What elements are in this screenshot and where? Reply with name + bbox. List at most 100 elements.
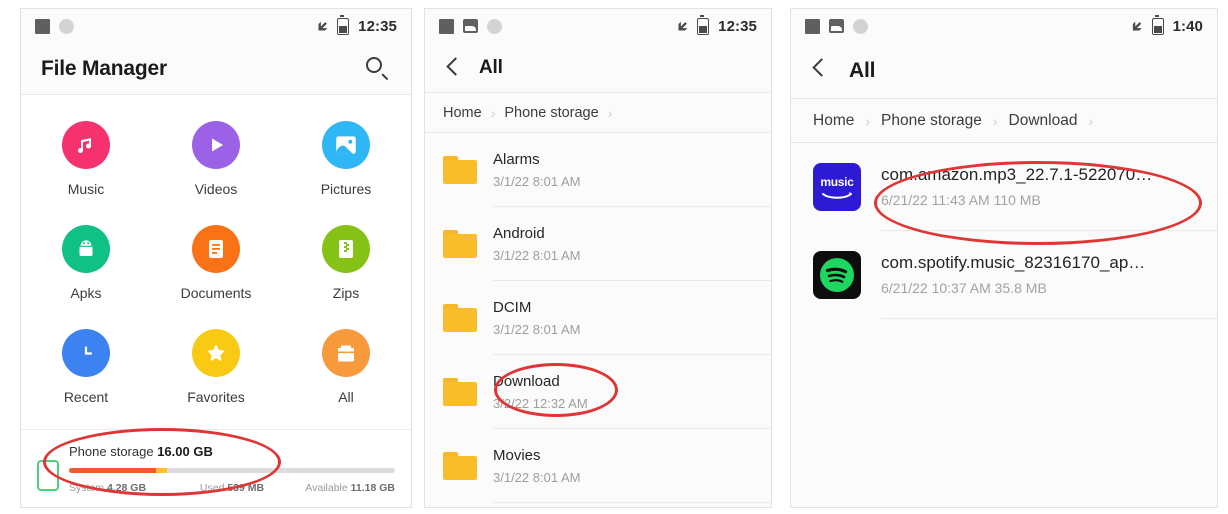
- breadcrumb: Home › Phone storage ›: [425, 93, 771, 133]
- spotify-icon: [813, 251, 861, 299]
- list-item-meta: Download 3/2/22 12:32 AM: [493, 355, 771, 429]
- file-date: 3/1/22 8:01 AM: [493, 173, 581, 189]
- tile-favorites[interactable]: Favorites: [151, 317, 281, 421]
- tile-videos[interactable]: Videos: [151, 109, 281, 213]
- tile-music[interactable]: Music: [21, 109, 151, 213]
- list-item-amazon-apk[interactable]: music com.amazon.mp3_22.7.1-522070… 6/21…: [791, 143, 1217, 231]
- app-bar: All: [425, 43, 771, 93]
- storage-used: Used 539 MB: [178, 482, 287, 494]
- list-item[interactable]: Alarms 3/1/22 8:01 AM: [425, 133, 771, 207]
- storage-system-value: 4.28 GB: [106, 482, 147, 494]
- back-icon[interactable]: [441, 57, 463, 79]
- tile-documents[interactable]: Documents: [151, 213, 281, 317]
- tile-label: Music: [67, 181, 105, 197]
- screenshot-stage: 🡿 12:35 File Manager Music Videos Pictur…: [0, 0, 1228, 514]
- file-name: Android: [493, 224, 545, 242]
- status-right-icons: 🡿 12:35: [317, 14, 397, 35]
- amazon-music-icon-label: music: [820, 174, 854, 189]
- status-bar: 🡿 1:40: [791, 9, 1217, 43]
- bluetooth-icon: 🡿: [677, 17, 689, 35]
- storage-bar: [69, 468, 395, 473]
- search-icon[interactable]: [365, 56, 391, 82]
- chevron-right-icon: ›: [490, 104, 496, 121]
- storage-available-value: 11.18 GB: [350, 482, 396, 494]
- storage-available: Available 11.18 GB: [286, 482, 395, 494]
- file-list: Alarms 3/1/22 8:01 AM Android 3/1/22 8:0…: [425, 133, 771, 503]
- status-right-icons: 🡿 1:40: [1132, 14, 1203, 35]
- status-clock: 12:35: [358, 17, 397, 35]
- battery-icon: [337, 14, 350, 35]
- page-title: File Manager: [41, 56, 167, 80]
- list-item-spotify-apk[interactable]: com.spotify.music_82316170_ap… 6/21/22 1…: [791, 231, 1217, 319]
- status-left-icons: [35, 18, 74, 34]
- tile-label: Favorites: [187, 389, 245, 405]
- tile-label: Apks: [70, 285, 102, 301]
- breadcrumb-item-phone-storage[interactable]: Phone storage: [504, 105, 598, 121]
- tile-label: Videos: [194, 181, 238, 197]
- list-item-download[interactable]: Download 3/2/22 12:32 AM: [425, 355, 771, 429]
- chevron-right-icon: ›: [865, 112, 871, 129]
- photo-icon: [463, 19, 478, 33]
- folder-icon: [443, 378, 477, 406]
- tile-label: Recent: [63, 389, 109, 405]
- list-item[interactable]: DCIM 3/1/22 8:01 AM: [425, 281, 771, 355]
- breadcrumb-item-phone-storage[interactable]: Phone storage: [881, 112, 982, 130]
- storage-system: System 4.28 GB: [69, 482, 178, 494]
- storage-summary[interactable]: Phone storage 16.00 GB System 4.28 GB Us…: [21, 429, 411, 506]
- status-left-icons: [805, 18, 868, 34]
- tile-all[interactable]: All: [281, 317, 411, 421]
- chevron-right-icon: ›: [607, 104, 613, 121]
- file-name: Alarms: [493, 150, 540, 168]
- storage-used-label: Used: [199, 482, 228, 494]
- tile-label: All: [338, 389, 354, 405]
- storage-legend: System 4.28 GB Used 539 MB Available 11.…: [69, 482, 395, 494]
- amazon-music-icon: music: [813, 163, 861, 211]
- clock-icon: [62, 329, 110, 377]
- breadcrumb-item-download[interactable]: Download: [1009, 112, 1078, 130]
- star-icon: [192, 329, 240, 377]
- battery-icon: [1151, 14, 1164, 35]
- file-name: Download: [493, 372, 560, 390]
- phone-storage-icon: [37, 460, 59, 491]
- category-grid: Music Videos Pictures Apks Documents Zip…: [21, 95, 411, 429]
- file-date: 3/1/22 8:01 AM: [493, 247, 581, 263]
- music-note-icon: [62, 121, 110, 169]
- file-name: DCIM: [493, 298, 532, 316]
- file-name: com.amazon.mp3_22.7.1-522070…: [881, 165, 1153, 184]
- status-bar: 🡿 12:35: [425, 9, 771, 43]
- bluetooth-icon: 🡿: [1132, 17, 1143, 35]
- tile-zips[interactable]: Zips: [281, 213, 411, 317]
- tile-apks[interactable]: Apks: [21, 213, 151, 317]
- file-date: 3/2/22 12:32 AM: [493, 395, 588, 411]
- storage-total-value: 16.00 GB: [157, 444, 213, 459]
- storage-bar-system-segment: [69, 468, 157, 473]
- tile-label: Zips: [332, 285, 360, 301]
- file-name: Movies: [493, 446, 541, 464]
- list-item[interactable]: Android 3/1/22 8:01 AM: [425, 207, 771, 281]
- tile-pictures[interactable]: Pictures: [281, 109, 411, 213]
- breadcrumb: Home › Phone storage › Download ›: [791, 99, 1217, 143]
- folder-icon: [443, 304, 477, 332]
- list-item-meta: Android 3/1/22 8:01 AM: [493, 207, 771, 281]
- storage-body: Phone storage 16.00 GB System 4.28 GB Us…: [69, 444, 395, 494]
- photo-icon: [829, 19, 844, 33]
- file-name: com.spotify.music_82316170_ap…: [881, 253, 1146, 272]
- list-item-meta: Alarms 3/1/22 8:01 AM: [493, 133, 771, 207]
- phone-panel-phone-storage: 🡿 12:35 All Home › Phone storage › Alarm…: [424, 8, 772, 508]
- list-item[interactable]: Movies 3/1/22 8:01 AM: [425, 429, 771, 503]
- storage-system-label: System: [69, 482, 107, 494]
- tile-recent[interactable]: Recent: [21, 317, 151, 421]
- storage-bar-used-segment: [156, 468, 168, 473]
- storage-available-label: Available: [305, 482, 351, 494]
- status-clock: 1:40: [1172, 17, 1203, 35]
- bluetooth-icon: 🡿: [317, 17, 329, 35]
- breadcrumb-item-home[interactable]: Home: [443, 105, 482, 121]
- page-title: All: [849, 58, 876, 82]
- app-bar: File Manager: [21, 43, 411, 95]
- square-icon: [439, 18, 454, 34]
- circle-icon: [487, 18, 502, 34]
- folder-icon: [443, 156, 477, 184]
- back-icon[interactable]: [807, 58, 833, 84]
- list-item-meta: com.spotify.music_82316170_ap… 6/21/22 1…: [881, 231, 1217, 319]
- breadcrumb-item-home[interactable]: Home: [813, 112, 854, 130]
